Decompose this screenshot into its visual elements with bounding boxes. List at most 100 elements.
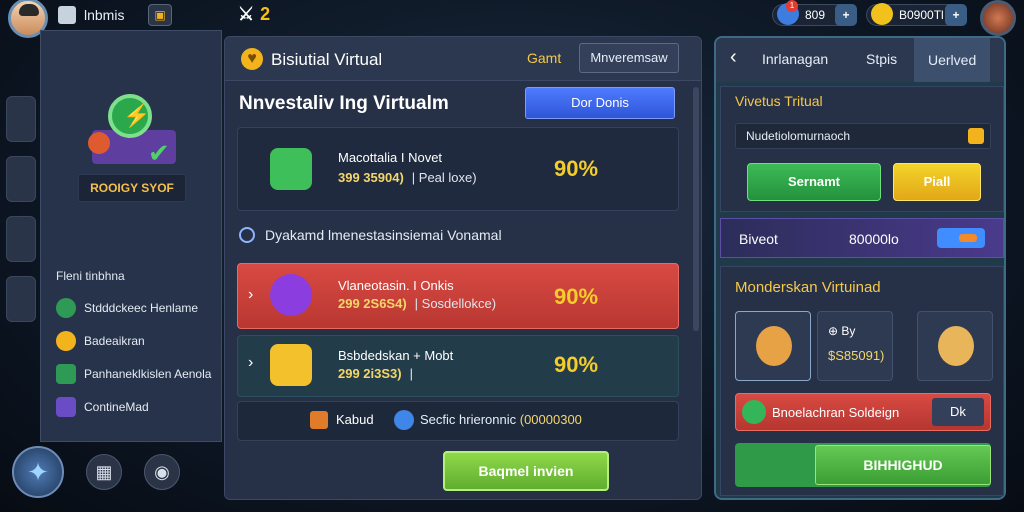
resource-coins: B0900Tl + [866,3,967,26]
section-subhead: Dyakamd lmenestasinsiemai Vonamal [239,227,502,243]
notification-badge: 1 [786,0,798,12]
scrollbar[interactable] [693,87,699,331]
card-title: Bsbdedskan + Mobt [338,348,454,363]
card-subtitle: 299 2i3S3) | [338,366,413,381]
offer-card-selected[interactable]: › Vlaneotasin. I Onkis 299 2S6S4) | Sosde… [237,263,679,329]
side-tab-2[interactable] [6,156,36,202]
strip-label-a: Kabud [336,412,374,427]
check-icon: ✔ [148,138,170,168]
left-menu-label: ContineMad [84,400,149,414]
green-action-button[interactable]: Sernamt [747,163,881,201]
card-title: Macottalia I Novet [338,150,443,165]
red-action-row[interactable]: Bnoelachran Soldeign Dk [735,393,991,431]
offer-card[interactable]: Macottalia I Novet 399 35904) | Peal loxe… [237,127,679,211]
center-title: Nnvestaliv Ing Virtualm [239,93,449,114]
center-header: ♥ Bisiutial Virtual Gamt Mnveremsaw [225,37,701,81]
ribbon-icon [88,132,110,154]
reward-slot-label: ⊕ By [828,324,856,338]
yellow-action-button[interactable]: Piall [893,163,981,201]
strip-item-b[interactable]: Secfic hrieronnic (00000300 [394,410,582,430]
card-percent: 90% [554,284,599,309]
character-slot[interactable] [735,311,811,381]
side-tab-4[interactable] [6,276,36,322]
ok-button[interactable]: Dk [932,398,984,426]
big-green-button[interactable]: BIHHIGHUD [815,445,991,485]
primary-blue-button[interactable]: Dor Donis [525,87,675,119]
star-compass-button[interactable]: ✦ [12,446,64,498]
name-input-value: Nudetiolomurnaoch [746,129,851,143]
header-button[interactable]: Mnveremsaw [579,43,679,73]
back-arrow-icon[interactable]: ‹ [730,46,737,69]
character-sun-icon [756,326,792,366]
bag-icon [310,411,328,429]
grid-icon [56,397,76,417]
left-menu-label: Panhaneklkislen Aenola [84,367,212,381]
name-input[interactable]: Nudetiolomurnaoch [735,123,991,149]
add-coins-button[interactable]: + [945,4,967,26]
card-subtitle: 299 2S6S4) | Sosdellokce) [338,296,496,311]
edit-icon[interactable] [968,128,984,144]
card-subtitle: 399 35904) | Peal loxe) [338,170,477,185]
header-link[interactable]: Gamt [527,50,561,66]
left-menu-item[interactable]: Panhaneklkislen Aenola [56,364,211,384]
left-menu-item[interactable]: Stdddckeec Henlame [56,298,198,318]
tab-3[interactable]: Uerlved [914,38,991,82]
reward-slot-value: $S85091) [828,348,885,363]
card-value: 299 2i3S3) [338,366,402,381]
left-menu-item[interactable]: Badeaikran [56,331,145,351]
left-menu-label: Badeaikran [84,334,145,348]
plus-icon [56,364,76,384]
card-percent: 90% [554,156,599,181]
tab-2[interactable]: Stpis [866,51,897,67]
strip-value: (00000300 [519,412,582,427]
leaf-icon [742,400,766,424]
lock-icon[interactable]: ▣ [148,4,172,26]
left-menu-label: Stdddckeec Henlame [84,301,199,315]
offer-card[interactable]: › Bsbdedskan + Mobt 299 2i3S3) | 90% [237,335,679,397]
green-bar: BIHHIGHUD [735,443,991,487]
gamepad-button[interactable]: ◉ [144,454,180,490]
side-tab-1[interactable] [6,96,36,142]
section-subhead-text: Dyakamd lmenestasinsiemai Vonamal [265,227,502,243]
toggle-row-label: Biveot [739,231,778,247]
toggle-row-value: 80000lo [849,231,899,247]
right-box-2: Monderskan Virtuinad ⊕ By $S85091) Bnoel… [720,266,1004,496]
card-note: | Peal loxe) [411,170,477,185]
inventory-grid-button[interactable]: ▦ [86,454,122,490]
card-title: Vlaneotasin. I Onkis [338,278,454,293]
toggle-switch[interactable] [937,228,985,248]
card-value: 399 35904) [338,170,404,185]
chevron-right-icon: › [248,286,254,303]
blob-card-icon [270,274,312,316]
info-strip: Kabud Secfic hrieronnic (00000300 [237,401,679,441]
tab-1[interactable]: Inrlanagan [762,51,828,67]
confirm-button[interactable]: Baqmel invien [443,451,609,491]
add-gems-button[interactable]: + [835,4,857,26]
left-section-title: Fleni tinbhna [56,269,125,283]
character-bald-icon [938,326,974,366]
left-menu-item[interactable]: ContineMad [56,397,149,417]
chevron-right-icon: › [248,354,254,371]
reward-slot[interactable]: ⊕ By $S85091) [817,311,893,381]
strip-item-a[interactable]: Kabud [310,411,374,429]
card-value: 299 2S6S4) [338,296,407,311]
right-box-1: Vivetus Tritual Nudetiolomurnaoch Sernam… [720,86,1004,212]
toggle-row: Biveot 80000lo [720,218,1004,258]
side-tab-3[interactable] [6,216,36,262]
reward-slot-label-text: By [841,324,856,338]
character-slot[interactable] [917,311,993,381]
info-icon [239,227,255,243]
red-row-label: Bnoelachran Soldeign [772,405,900,420]
checkbox-icon[interactable] [58,6,76,24]
promo-illustration[interactable]: ✔ ROOIGY SYOF [72,76,192,216]
strip-label-b: Secfic hrieronnic [420,412,517,427]
center-header-title: Bisiutial Virtual [271,50,383,69]
right-box-2-title: Monderskan Virtuinad [735,279,881,296]
resource-coins-value: B0900Tl [899,8,944,22]
resource-gems: 809 + [772,3,857,26]
energy-coin-icon [108,94,152,138]
globe-icon [394,410,414,430]
coin-icon [871,3,893,25]
resource-gems-value: 809 [805,8,826,22]
profile-orb-button[interactable] [980,0,1016,36]
